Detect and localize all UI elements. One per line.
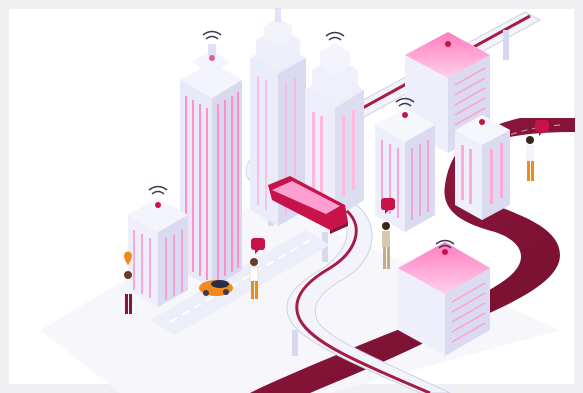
smart-city-illustration bbox=[40, 8, 575, 393]
wifi-signal-icon bbox=[148, 185, 168, 195]
person-right bbox=[382, 222, 390, 269]
wifi-signal-icon bbox=[325, 31, 345, 41]
chat-bubble-icon bbox=[535, 120, 549, 136]
track-pillar bbox=[503, 30, 509, 60]
person-far-right bbox=[526, 136, 534, 181]
car bbox=[199, 280, 233, 296]
tower-far-right bbox=[455, 115, 510, 220]
building-small-left bbox=[128, 198, 188, 307]
wifi-signal-icon bbox=[202, 30, 222, 40]
person-left bbox=[124, 271, 132, 314]
screenshot-frame bbox=[0, 0, 583, 393]
person-center bbox=[249, 258, 259, 299]
track-pillar bbox=[292, 330, 298, 356]
tower-tall-left bbox=[180, 44, 242, 288]
tower-mid-right bbox=[375, 108, 435, 232]
